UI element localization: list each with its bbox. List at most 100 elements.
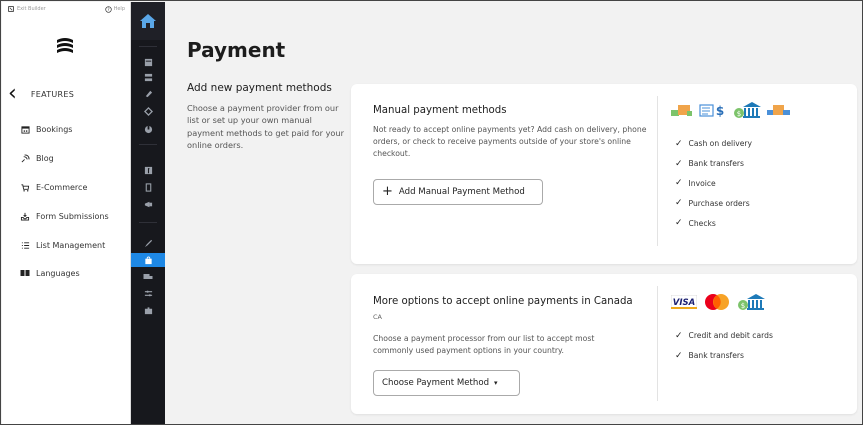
- online-card-title: More options to accept online payments i…: [373, 294, 643, 325]
- manual-checklist: ✓ Cash on delivery ✓ Bank transfers ✓ Invoi…: [675, 134, 752, 233]
- choose-payment-method-label: Choose Payment Method: [382, 378, 490, 388]
- check-label: Checks: [688, 218, 716, 228]
- check-icon: ✓: [675, 178, 683, 189]
- help-button[interactable]: ? Help: [104, 5, 125, 13]
- card-divider: [657, 96, 658, 246]
- rail-divider: [139, 222, 157, 223]
- page-title: Payment: [187, 38, 286, 62]
- manual-card-title: Manual payment methods: [373, 105, 507, 116]
- feature-label: Blog: [36, 153, 54, 163]
- check-item: ✓ Purchase orders: [675, 193, 752, 213]
- check-label: Purchase orders: [688, 198, 750, 208]
- svg-text:$: $: [741, 302, 745, 310]
- choose-payment-method-button[interactable]: Choose Payment Method ▾: [373, 370, 520, 396]
- blog-icon: [20, 153, 30, 163]
- country-code: CA: [373, 313, 382, 321]
- purchase-order-icon: [767, 105, 790, 115]
- check-item: ✓ Bank transfers: [675, 154, 752, 174]
- check-item: ✓ Credit and debit cards: [675, 326, 773, 346]
- feature-item-ecommerce[interactable]: E-Commerce: [20, 182, 87, 192]
- feature-item-languages[interactable]: Languages: [20, 268, 80, 278]
- online-card-title-text: More options to accept online payments i…: [373, 296, 633, 307]
- svg-text:$: $: [737, 110, 741, 118]
- help-label: Help: [113, 6, 125, 12]
- rail-paint-icon[interactable]: [143, 88, 153, 98]
- home-icon: [140, 14, 156, 28]
- check-icon: ✓: [675, 198, 683, 209]
- check-label: Invoice: [688, 178, 716, 188]
- plus-icon: +: [382, 184, 393, 199]
- bank-icon: $: [738, 294, 765, 310]
- rail-puzzle-icon[interactable]: [143, 305, 153, 315]
- exit-icon: [8, 6, 14, 12]
- rail-truck-icon[interactable]: [143, 272, 153, 282]
- cash-delivery-icon: [671, 105, 692, 116]
- check-item: ✓ Cash on delivery: [675, 134, 752, 154]
- online-checklist: ✓ Credit and debit cards ✓ Bank transfers: [675, 326, 773, 366]
- side-rail: [131, 2, 165, 424]
- check-item: ✓ Bank transfers: [675, 346, 773, 366]
- feature-label: Bookings: [36, 124, 73, 134]
- check-label: Credit and debit cards: [688, 331, 773, 341]
- invoice-bank-icon: $: [734, 102, 761, 118]
- languages-icon: [20, 268, 30, 278]
- feature-item-blog[interactable]: Blog: [20, 153, 54, 163]
- features-header: ‹ FEATURES: [8, 83, 128, 105]
- chevron-down-icon: ▾: [494, 379, 498, 387]
- rail-facebook-icon[interactable]: [143, 165, 153, 175]
- check-label: Bank transfers: [688, 159, 744, 169]
- top-bar: Exit Builder ? Help: [2, 2, 131, 16]
- rail-divider: [139, 144, 157, 145]
- intro-text: Choose a payment provider from our list …: [187, 103, 344, 151]
- rail-apps-icon[interactable]: [143, 124, 153, 134]
- help-icon: ?: [104, 5, 112, 13]
- app-window: Exit Builder ? Help ‹ FEATURES Bookings …: [0, 0, 863, 425]
- bank-transfer-icon: $: [699, 104, 724, 118]
- rail-megaphone-icon[interactable]: [143, 199, 153, 209]
- check-icon: ✓: [675, 158, 683, 169]
- feature-item-list-management[interactable]: List Management: [20, 240, 105, 250]
- rail-layers-icon[interactable]: [143, 72, 153, 82]
- check-label: Bank transfers: [688, 351, 744, 361]
- check-item: ✓ Checks: [675, 213, 752, 233]
- exit-builder-label: Exit Builder: [17, 6, 46, 12]
- feature-item-bookings[interactable]: Bookings: [20, 124, 72, 134]
- online-methods-icons: VISA $: [671, 293, 765, 311]
- add-manual-payment-label: Add Manual Payment Method: [398, 187, 525, 197]
- logo-icon: [57, 38, 73, 53]
- svg-text:?: ?: [107, 7, 109, 12]
- check-icon: ✓: [675, 350, 683, 361]
- rail-store-active[interactable]: [131, 253, 165, 267]
- main-content: Payment Add new payment methods Choose a…: [165, 2, 862, 424]
- cart-icon: [20, 182, 30, 192]
- check-icon: ✓: [675, 218, 683, 229]
- intro-title: Add new payment methods: [187, 82, 332, 94]
- feature-item-form-submissions[interactable]: Form Submissions: [20, 211, 109, 221]
- online-card-text: Choose a payment processor from our list…: [373, 334, 595, 356]
- manual-methods-icons: $ $: [671, 101, 791, 119]
- add-manual-payment-button[interactable]: + Add Manual Payment Method: [373, 179, 543, 205]
- rail-divider: [139, 46, 157, 47]
- calendar-icon: [20, 124, 30, 134]
- online-payment-card: More options to accept online payments i…: [351, 274, 857, 414]
- back-chevron-icon[interactable]: ‹: [8, 83, 17, 105]
- list-icon: [20, 240, 30, 250]
- rail-brush-icon[interactable]: [143, 238, 153, 248]
- home-button[interactable]: [131, 2, 165, 40]
- rail-settings-icon[interactable]: [143, 288, 153, 298]
- feature-label: E-Commerce: [36, 182, 88, 192]
- check-label: Cash on delivery: [688, 139, 753, 149]
- rail-diamond-icon[interactable]: [143, 106, 153, 116]
- feature-label: Languages: [36, 268, 80, 278]
- visa-text: VISA: [673, 298, 695, 308]
- check-icon: ✓: [675, 138, 683, 149]
- features-panel: Exit Builder ? Help ‹ FEATURES Bookings …: [2, 2, 131, 424]
- rail-mobile-icon[interactable]: [143, 182, 153, 192]
- store-bag-icon: [144, 255, 152, 264]
- check-icon: ✓: [675, 330, 683, 341]
- exit-builder-button[interactable]: Exit Builder: [8, 6, 46, 12]
- inbox-icon: [20, 211, 30, 221]
- svg-text:$: $: [716, 104, 724, 118]
- mastercard-icon: [705, 294, 729, 310]
- rail-pages-icon[interactable]: [143, 57, 153, 67]
